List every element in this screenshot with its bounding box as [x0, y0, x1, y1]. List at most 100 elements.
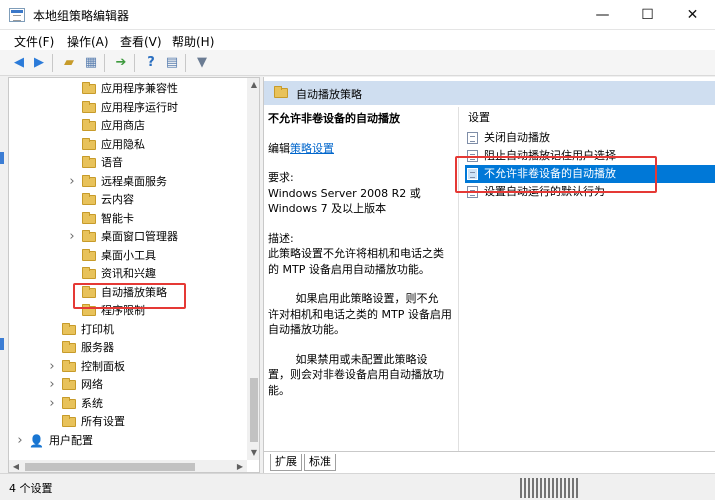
filter-icon[interactable]: ▼: [193, 54, 211, 72]
tree-item[interactable]: › 系统: [9, 395, 245, 413]
policy-detail-pane: 自动播放策略 不允许非卷设备的自动播放 编辑策略设置 要求: Windows S…: [263, 77, 715, 473]
status-text: 4 个设置: [9, 482, 53, 495]
folder-icon: [82, 211, 96, 224]
tree-item[interactable]: › 远程桌面服务: [9, 173, 245, 191]
tree-item[interactable]: 云内容: [9, 191, 245, 209]
expand-chevron-icon[interactable]: ›: [67, 173, 77, 191]
tree-item-label: 打印机: [81, 322, 114, 336]
menu-view[interactable]: 查看(V): [120, 33, 162, 50]
scroll-right-arrow-icon[interactable]: ▶: [233, 460, 247, 472]
tree-item[interactable]: 智能卡: [9, 210, 245, 228]
policy-tree-pane[interactable]: 应用程序兼容性 应用程序运行时 应用商店 应用隐私 语音 › 远程桌面服务 云内容 智能卡 › 桌面…: [8, 77, 260, 473]
policy-title: 不允许非卷设备的自动播放: [268, 112, 400, 125]
toolbar: ◀ ▶ ▰ ▦ ➔ ? ▤ ▼: [0, 50, 715, 76]
up-folder-icon[interactable]: ▰: [60, 54, 78, 72]
menu-action[interactable]: 操作(A): [67, 33, 109, 50]
scroll-left-arrow-icon[interactable]: ◀: [9, 460, 23, 472]
requirements-text-2: Windows 7 及以上版本: [268, 202, 387, 215]
folder-icon: [62, 378, 76, 390]
tree-item-label: 网络: [81, 378, 103, 391]
policy-editor-app-icon: [9, 8, 25, 22]
expand-chevron-icon[interactable]: ›: [67, 228, 77, 246]
expand-chevron-icon[interactable]: ›: [47, 395, 57, 413]
expand-chevron-icon[interactable]: ›: [47, 376, 57, 394]
maximize-button[interactable]: ☐: [625, 0, 670, 30]
folder-icon: [62, 322, 76, 335]
folder-icon: [82, 174, 96, 187]
tree-item-label: 控制面板: [81, 359, 125, 373]
close-button[interactable]: ✕: [670, 0, 715, 30]
title-bar: 本地组策略编辑器 — ☐ ✕: [0, 0, 715, 30]
tree-item[interactable]: 应用商店: [9, 117, 245, 135]
annotation-box-setting: [455, 156, 657, 193]
edge-mark: [0, 338, 4, 350]
tree-item[interactable]: 服务器: [9, 339, 245, 357]
tab-standard[interactable]: 标准: [304, 454, 336, 471]
description-text: 如果启用此策略设置，则不允: [295, 292, 439, 305]
menu-bar: 文件(F) 操作(A) 查看(V) 帮助(H): [0, 30, 715, 50]
menu-file[interactable]: 文件(F): [14, 33, 54, 50]
scroll-down-arrow-icon[interactable]: ▼: [247, 446, 259, 460]
tree-item-label: 应用隐私: [101, 137, 145, 151]
minimize-button[interactable]: —: [580, 0, 625, 30]
description-text: 许对相机和电话之类的 MTP 设备启用: [268, 307, 452, 321]
folder-icon: [82, 267, 96, 279]
annotation-box-tree: [73, 283, 186, 309]
description-text: 如果禁用或未配置此策略设: [295, 352, 428, 366]
tree-item[interactable]: 应用隐私: [9, 136, 245, 154]
toolbar-separator: [134, 54, 135, 72]
edit-policy-settings-link[interactable]: 策略设置: [290, 142, 334, 155]
tree-item-label: 服务器: [81, 341, 114, 354]
policy-description: 不允许非卷设备的自动播放 编辑策略设置 要求: Windows Server 2…: [268, 111, 458, 398]
tree-item[interactable]: 资讯和兴趣: [9, 265, 245, 283]
tree-vertical-scrollbar[interactable]: ▲ ▼: [247, 78, 259, 460]
tree-item[interactable]: › 👤 用户配置: [9, 432, 245, 450]
edit-line: 编辑策略设置: [268, 141, 458, 157]
folder-icon: [62, 359, 76, 372]
export-list-icon[interactable]: ➔: [112, 54, 130, 72]
tree-item[interactable]: 应用程序兼容性: [9, 80, 245, 98]
scroll-thumb-horizontal[interactable]: [25, 463, 195, 471]
properties-icon[interactable]: ▤: [163, 54, 181, 72]
tree-item[interactable]: › 桌面窗口管理器: [9, 228, 245, 246]
help-icon[interactable]: ?: [142, 54, 160, 72]
tree-item[interactable]: 应用程序运行时: [9, 99, 245, 117]
setting-row[interactable]: 关闭自动播放: [465, 129, 715, 147]
status-bar: 4 个设置: [0, 473, 715, 500]
tree-item-label: 智能卡: [101, 211, 134, 225]
tree-item[interactable]: 打印机: [9, 321, 245, 339]
expand-chevron-icon[interactable]: ›: [47, 358, 57, 376]
folder-icon: [274, 86, 288, 98]
requirements-text-1: Windows Server 2008 R2 或: [268, 186, 421, 200]
scroll-up-arrow-icon[interactable]: ▲: [247, 78, 259, 92]
tree-item[interactable]: 语音: [9, 154, 245, 172]
description-text: 此策略设置不允许将相机和电话之类: [268, 247, 444, 260]
settings-column-header[interactable]: 设置: [468, 109, 490, 125]
folder-icon: [82, 100, 96, 113]
description-text: 自动播放功能。: [268, 323, 345, 336]
tree-item-label: 系统: [81, 396, 103, 410]
view-tabs: 扩展 标准: [264, 451, 715, 473]
tree-item-label: 应用程序运行时: [101, 100, 178, 114]
tree-item[interactable]: 所有设置: [9, 413, 245, 431]
tree-item[interactable]: › 控制面板: [9, 358, 245, 376]
expand-chevron-icon[interactable]: ›: [15, 432, 25, 450]
tree-horizontal-scrollbar[interactable]: ◀ ▶: [9, 460, 247, 472]
description-text: 的 MTP 设备启用自动播放功能。: [268, 262, 430, 276]
forward-arrow-icon[interactable]: ▶: [30, 54, 48, 72]
tree-item[interactable]: › 网络: [9, 376, 245, 394]
folder-icon: [82, 193, 96, 205]
folder-header-title: 自动播放策略: [296, 88, 362, 101]
tree-item-label: 语音: [101, 156, 123, 169]
show-hide-tree-icon[interactable]: ▦: [82, 54, 100, 72]
tab-extended[interactable]: 扩展: [270, 454, 302, 471]
edit-prefix: 编辑: [268, 141, 290, 155]
policy-setting-icon: [467, 132, 478, 144]
tree-item-label: 用户配置: [49, 433, 93, 447]
folder-icon: [82, 82, 96, 94]
scroll-thumb[interactable]: [250, 378, 258, 442]
back-arrow-icon[interactable]: ◀: [10, 54, 28, 72]
tree-item-label: 云内容: [101, 193, 134, 206]
menu-help[interactable]: 帮助(H): [172, 33, 214, 50]
tree-item[interactable]: 桌面小工具: [9, 247, 245, 265]
